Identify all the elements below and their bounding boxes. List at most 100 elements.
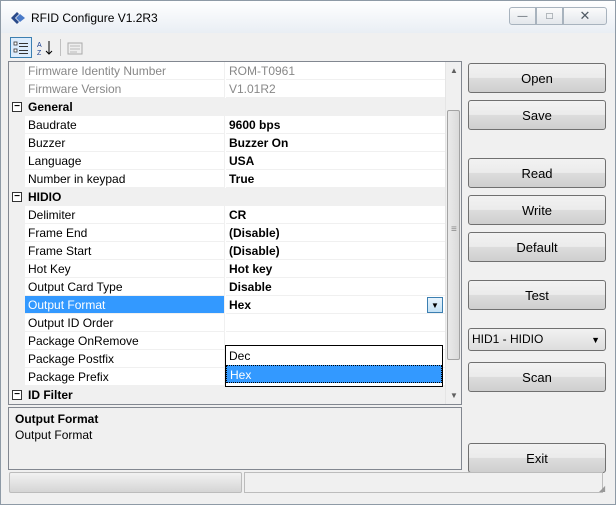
- scroll-down-icon[interactable]: ▼: [446, 387, 461, 404]
- sort-alpha-icon: A Z: [37, 40, 53, 56]
- property-grid[interactable]: Firmware Identity Number ROM-T0961 Firmwar…: [8, 61, 462, 405]
- property-row-frame-end[interactable]: Frame End (Disable): [9, 224, 445, 242]
- property-row-output-id-order[interactable]: Output ID Order: [9, 314, 445, 332]
- property-name[interactable]: Number in keypad: [25, 170, 225, 188]
- property-value[interactable]: Buzzer On: [226, 134, 445, 152]
- scroll-up-icon[interactable]: ▲: [446, 62, 461, 79]
- row-margin: [9, 260, 25, 278]
- status-bar: ◢: [8, 468, 609, 494]
- property-pages-button[interactable]: [64, 37, 86, 58]
- categorized-button[interactable]: [10, 37, 32, 58]
- property-name[interactable]: Delimiter: [25, 206, 225, 224]
- scroll-thumb[interactable]: ≡: [447, 110, 460, 360]
- property-value[interactable]: (Disable): [226, 224, 445, 242]
- row-margin: [9, 242, 25, 260]
- property-name[interactable]: Output ID Order: [25, 314, 225, 332]
- chevron-down-icon: ▼: [591, 335, 600, 345]
- property-value[interactable]: True: [226, 170, 445, 188]
- property-name[interactable]: Output Format: [25, 296, 225, 314]
- save-button[interactable]: Save: [468, 100, 606, 130]
- row-margin: −: [9, 188, 25, 206]
- app-icon: [11, 12, 25, 24]
- property-pages-icon: [67, 42, 83, 54]
- close-button[interactable]: ✕: [563, 7, 607, 25]
- property-value[interactable]: [226, 314, 445, 332]
- property-name[interactable]: Package Postfix: [25, 350, 225, 368]
- property-row-delimiter[interactable]: Delimiter CR: [9, 206, 445, 224]
- categorized-icon: [13, 41, 28, 54]
- property-row-output-card-type[interactable]: Output Card Type Disable: [9, 278, 445, 296]
- property-name[interactable]: Output Card Type: [25, 278, 225, 296]
- row-margin: [9, 350, 25, 368]
- dropdown-option-hex[interactable]: Hex: [226, 365, 442, 383]
- row-margin: [9, 224, 25, 242]
- row-margin: [9, 296, 25, 314]
- property-value[interactable]: ROM-T0961: [226, 62, 445, 80]
- test-button[interactable]: Test: [468, 280, 606, 310]
- row-margin: [9, 134, 25, 152]
- property-name[interactable]: Package OnRemove: [25, 332, 225, 350]
- row-margin: −: [9, 98, 25, 116]
- scan-button[interactable]: Scan: [468, 362, 606, 392]
- svg-text:Z: Z: [37, 50, 42, 56]
- row-margin: −: [9, 386, 25, 404]
- description-panel: Output Format Output Format: [8, 407, 462, 470]
- row-margin: [9, 278, 25, 296]
- property-name[interactable]: Frame Start: [25, 242, 225, 260]
- row-margin: [9, 314, 25, 332]
- property-row-baudrate[interactable]: Baudrate 9600 bps: [9, 116, 445, 134]
- description-text: Output Format: [15, 428, 93, 442]
- property-value[interactable]: (Disable): [226, 242, 445, 260]
- alphabetical-button[interactable]: A Z: [34, 37, 56, 58]
- property-name[interactable]: Language: [25, 152, 225, 170]
- collapse-icon[interactable]: −: [12, 102, 22, 112]
- description-title: Output Format: [15, 412, 99, 426]
- property-row-firmware-identity-number[interactable]: Firmware Identity Number ROM-T0961: [9, 62, 445, 80]
- toolbar-separator: [60, 39, 61, 56]
- interface-select[interactable]: HID1 - HIDIO ▼: [468, 328, 606, 351]
- read-button[interactable]: Read: [468, 158, 606, 188]
- property-row-buzzer[interactable]: Buzzer Buzzer On: [9, 134, 445, 152]
- title-bar[interactable]: RFID Configure V1.2R3 — □ ✕: [1, 1, 615, 33]
- property-name[interactable]: Buzzer: [25, 134, 225, 152]
- dropdown-option-dec[interactable]: Dec: [226, 347, 442, 365]
- client-area: A Z Firmware Identity Number ROM-T0961 Fir…: [8, 33, 609, 498]
- category-label: HIDIO: [28, 190, 62, 204]
- property-value[interactable]: Hex: [226, 296, 445, 314]
- property-value[interactable]: V1.01R2: [226, 80, 445, 98]
- write-button[interactable]: Write: [468, 195, 606, 225]
- property-row-language[interactable]: Language USA: [9, 152, 445, 170]
- row-margin: [9, 368, 25, 386]
- property-name[interactable]: Frame End: [25, 224, 225, 242]
- collapse-icon[interactable]: −: [12, 390, 22, 400]
- property-name[interactable]: Firmware Identity Number: [25, 62, 225, 80]
- vertical-scrollbar[interactable]: ▲ ≡ ▼: [445, 62, 461, 404]
- property-value[interactable]: USA: [226, 152, 445, 170]
- minimize-button[interactable]: —: [509, 7, 536, 25]
- category-hidio[interactable]: − HIDIO: [9, 188, 445, 206]
- collapse-icon[interactable]: −: [12, 192, 22, 202]
- property-value[interactable]: 9600 bps: [226, 116, 445, 134]
- property-row-hot-key[interactable]: Hot Key Hot key: [9, 260, 445, 278]
- property-value[interactable]: Disable: [226, 278, 445, 296]
- property-value[interactable]: Hot key: [226, 260, 445, 278]
- property-row-number-in-keypad[interactable]: Number in keypad True: [9, 170, 445, 188]
- category-id-filter[interactable]: − ID Filter: [9, 386, 445, 404]
- property-name[interactable]: Package Prefix: [25, 368, 225, 386]
- resize-grip-icon[interactable]: ◢: [599, 484, 609, 494]
- open-button[interactable]: Open: [468, 63, 606, 93]
- property-name[interactable]: Hot Key: [25, 260, 225, 278]
- property-value[interactable]: CR: [226, 206, 445, 224]
- property-name[interactable]: Firmware Version: [25, 80, 225, 98]
- default-button[interactable]: Default: [468, 232, 606, 262]
- maximize-button[interactable]: □: [536, 7, 563, 25]
- property-row-firmware-version[interactable]: Firmware Version V1.01R2: [9, 80, 445, 98]
- category-label: General: [28, 100, 73, 114]
- category-general[interactable]: − General: [9, 98, 445, 116]
- category-label: ID Filter: [28, 388, 73, 402]
- dropdown-arrow-icon[interactable]: ▼: [427, 297, 443, 313]
- output-format-dropdown-list[interactable]: Dec Hex: [225, 345, 443, 387]
- property-row-frame-start[interactable]: Frame Start (Disable): [9, 242, 445, 260]
- property-name[interactable]: Baudrate: [25, 116, 225, 134]
- property-row-output-format[interactable]: Output Format Hex ▼: [9, 296, 445, 314]
